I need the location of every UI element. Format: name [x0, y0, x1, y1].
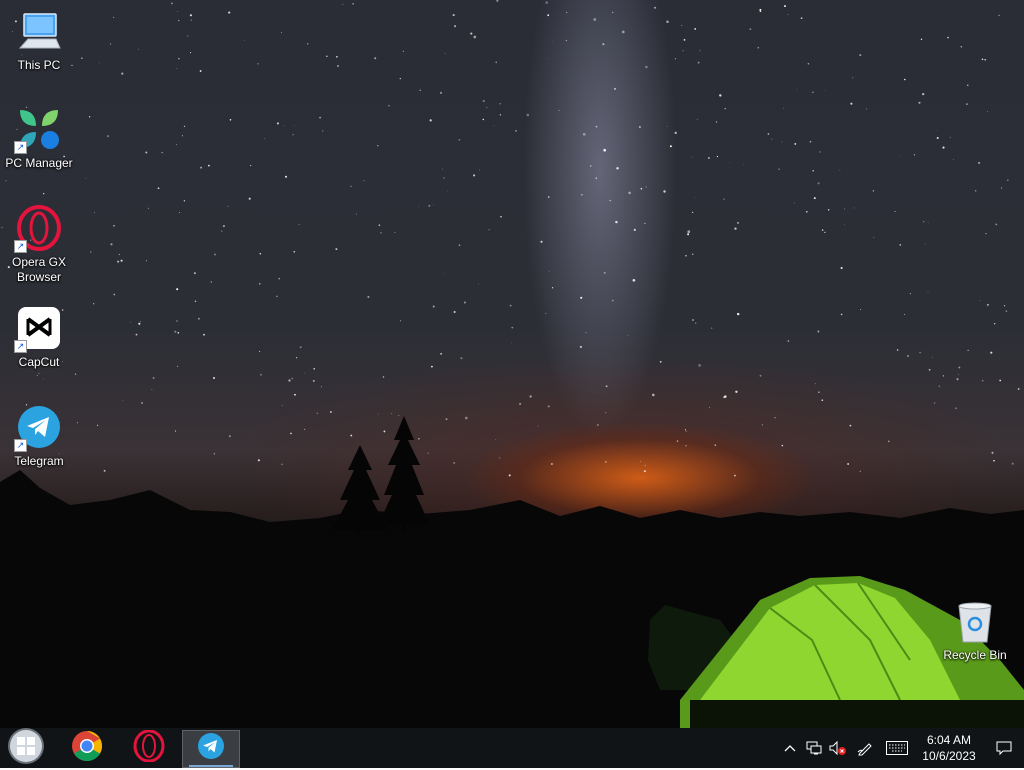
computer-icon	[16, 8, 62, 54]
clock-time: 6:04 AM	[926, 733, 972, 747]
desktop-icon-label: CapCut	[18, 355, 60, 369]
desktop-icon-telegram[interactable]: ↗ Telegram	[1, 404, 77, 469]
desktop-icon-pc-manager[interactable]: ↗ PC Manager	[1, 106, 77, 171]
desktop-icon-label: Telegram	[14, 454, 64, 468]
network-icon[interactable]	[802, 728, 826, 768]
chrome-icon	[71, 730, 103, 767]
clock-date: 10/6/2023	[922, 749, 976, 763]
recycle-bin-icon	[955, 602, 995, 644]
shortcut-arrow-icon: ↗	[14, 141, 27, 154]
windows-start-icon	[7, 727, 45, 770]
shortcut-arrow-icon: ↗	[14, 439, 27, 452]
taskbar-telegram-button[interactable]	[182, 729, 240, 768]
clock[interactable]: 6:04 AM 10/6/2023	[914, 732, 984, 764]
opera-icon	[133, 729, 165, 767]
volume-muted-icon[interactable]	[826, 728, 850, 768]
telegram-icon: ↗	[14, 404, 62, 452]
opera-gx-icon: ↗	[14, 205, 62, 253]
desktop-icon-recycle-bin[interactable]: Recycle Bin	[937, 602, 1013, 663]
start-button[interactable]	[0, 727, 52, 770]
desktop-icon-label: Opera GX Browser	[11, 255, 67, 284]
desktop-icon-label: PC Manager	[5, 156, 73, 170]
system-tray: 6:04 AM 10/6/2023	[778, 728, 1024, 768]
taskbar-chrome-button[interactable]	[58, 728, 116, 768]
shortcut-arrow-icon: ↗	[14, 340, 27, 353]
chevron-up-icon[interactable]	[778, 728, 802, 768]
landscape-silhouette	[0, 416, 1024, 728]
desktop-icon-opera-gx[interactable]: ↗ Opera GX Browser	[1, 205, 77, 285]
pen-icon[interactable]	[850, 728, 880, 768]
desktop-icon-capcut[interactable]: ↗ CapCut	[1, 305, 77, 370]
pc-manager-icon: ↗	[14, 106, 62, 154]
telegram-icon	[197, 732, 225, 765]
shortcut-arrow-icon: ↗	[14, 240, 27, 253]
capcut-icon: ↗	[14, 305, 62, 353]
taskbar-opera-button[interactable]	[120, 728, 178, 768]
desktop-wallpaper: This PC ↗ PC Manager ↗ Opera GX Browser	[0, 0, 1024, 728]
desktop-icon-label: Recycle Bin	[943, 648, 1007, 662]
desktop-icon-label: This PC	[17, 58, 61, 72]
notification-icon[interactable]	[984, 728, 1024, 768]
keyboard-icon[interactable]	[880, 728, 914, 768]
desktop-icon-this-pc[interactable]: This PC	[1, 8, 77, 73]
taskbar: 6:04 AM 10/6/2023	[0, 727, 1024, 770]
